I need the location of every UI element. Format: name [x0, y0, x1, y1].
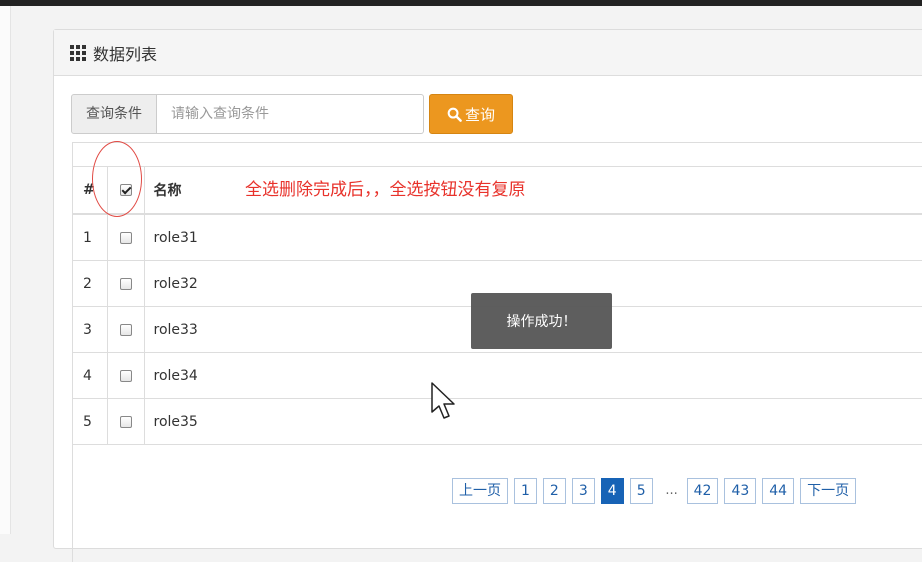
- pagination-ellipsis: ...: [665, 483, 678, 498]
- current-page-button[interactable]: 4: [600, 478, 624, 504]
- row-checkbox[interactable]: [119, 277, 132, 290]
- row-checkbox[interactable]: [119, 415, 132, 428]
- row-num: 2: [73, 260, 108, 307]
- search-button-label: 查询: [464, 106, 495, 124]
- search-button[interactable]: 查询: [429, 94, 513, 134]
- row-name: role35: [144, 398, 922, 445]
- next-page-button[interactable]: 下一页: [800, 478, 857, 504]
- annotation-text: 全选删除完成后，，全选按钮没有复原: [245, 180, 526, 200]
- table-row: 4 role34: [73, 352, 922, 399]
- mouse-cursor-icon: [431, 382, 455, 419]
- success-toast: 操作成功！: [471, 293, 612, 349]
- grid-icon: [70, 44, 86, 61]
- search-icon: [447, 107, 462, 122]
- row-num: 4: [73, 352, 108, 399]
- row-checkbox[interactable]: [119, 323, 132, 336]
- prev-page-button[interactable]: 上一页: [452, 478, 508, 504]
- row-checkbox[interactable]: [119, 231, 132, 244]
- page-button[interactable]: 3: [571, 478, 595, 504]
- data-list-panel: 数据列表 查询条件 查询 # 名称: [53, 29, 922, 562]
- row-num: 5: [73, 398, 108, 445]
- panel-header: 数据列表: [54, 30, 922, 76]
- panel-title: 数据列表: [93, 44, 158, 64]
- row-checkbox[interactable]: [119, 369, 132, 382]
- page-button[interactable]: 5: [629, 478, 653, 504]
- search-bar: 查询条件 查询: [71, 94, 513, 134]
- table-row: 5 role35: [73, 398, 922, 445]
- pagination: 上一页 1 2 3 4 5 ... 42 43 44 下一页: [452, 478, 862, 504]
- search-input[interactable]: [157, 94, 424, 134]
- page-button[interactable]: 44: [762, 478, 795, 504]
- annotation-circle: [92, 141, 142, 217]
- row-num: 3: [73, 306, 108, 353]
- page-button[interactable]: 42: [686, 478, 719, 504]
- table-row: 1 role31: [73, 214, 922, 261]
- left-pane: [0, 6, 11, 534]
- search-addon-label: 查询条件: [71, 94, 157, 134]
- top-bar: [0, 0, 922, 6]
- row-num: 1: [73, 214, 108, 261]
- page-button[interactable]: 2: [542, 478, 566, 504]
- row-name: role34: [144, 352, 922, 399]
- page-button[interactable]: 1: [514, 478, 537, 504]
- page-button[interactable]: 43: [724, 478, 757, 504]
- row-name: role31: [144, 214, 922, 261]
